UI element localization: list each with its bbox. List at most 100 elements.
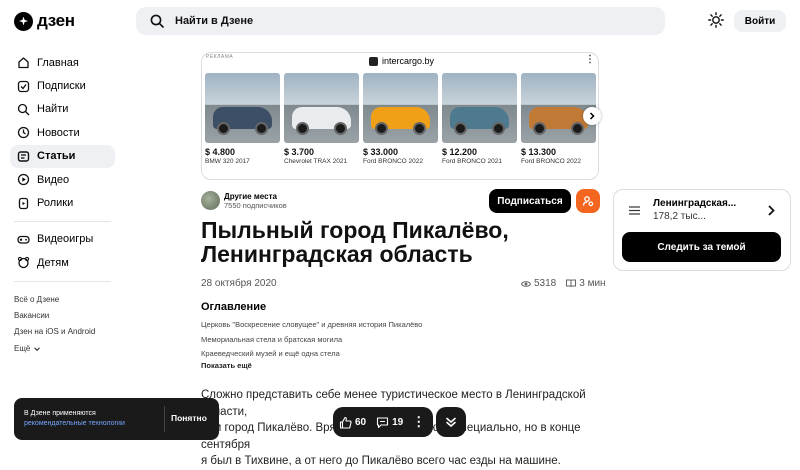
sidebar-item-home[interactable]: Главная [10, 51, 115, 74]
car-wheel [217, 122, 230, 135]
car-wheel [413, 122, 426, 135]
shorts-icon [18, 197, 29, 209]
eye-icon [521, 280, 531, 287]
sidebar-item-subscriptions[interactable]: Подписки [10, 74, 115, 97]
ad-model: BMW 320 2017 [205, 158, 250, 165]
dzen-logo[interactable]: дзен [14, 11, 75, 31]
ad-card[interactable]: $ 3.700 Chevrolet TRAX 2021 [284, 73, 359, 165]
ad-model: Ford BRONCO 2022 [363, 158, 423, 165]
sidebar-item-label: Статьи [37, 150, 76, 163]
footer-link-jobs[interactable]: Вакансии [14, 308, 95, 324]
scroll-down-button[interactable] [436, 407, 466, 437]
article-stats: 5318 3 мин [521, 278, 606, 289]
theme-toggle-icon[interactable] [708, 12, 724, 28]
logo-text: дзен [37, 11, 75, 30]
login-button[interactable]: Войти [734, 10, 786, 32]
follow-topic-button[interactable]: Следить за темой [622, 232, 781, 262]
cookie-text: В Дзене применяются [24, 410, 96, 417]
car-wheel [334, 122, 347, 135]
sidebar-item-label: Ролики [37, 197, 74, 210]
ad-price: $ 4.800 [205, 147, 236, 157]
ad-price: $ 13.300 [521, 147, 557, 157]
reaction-bar: 60 19 ⋮ [333, 407, 433, 437]
article-date: 28 октября 2020 [201, 278, 277, 289]
search-placeholder: Найти в Дзене [175, 15, 254, 27]
author-name[interactable]: Другие места [224, 192, 277, 201]
sidebar-nav: Главная Подписки Найти Новости Статьи Ви… [10, 51, 115, 288]
toc-list: Церковь "Воскресение словущее" и древняя… [201, 318, 422, 362]
comment-icon [377, 416, 389, 428]
search-icon [150, 14, 164, 28]
cookie-divider [164, 406, 165, 432]
footer-link-more[interactable]: Ещё [14, 341, 95, 357]
chevron-down-icon [34, 347, 41, 351]
car-wheel [492, 122, 505, 135]
car-wheel [255, 122, 268, 135]
user-add-icon [582, 196, 594, 207]
car-image [284, 73, 359, 143]
ad-price: $ 12.200 [442, 147, 478, 157]
articles-icon [17, 151, 30, 162]
toc-title: Оглавление [201, 301, 267, 313]
cookie-link[interactable]: рекомендательные технологии [24, 420, 125, 427]
video-icon [17, 173, 30, 186]
sidebar-item-label: Главная [37, 56, 79, 69]
sidebar-item-articles[interactable]: Статьи [10, 144, 115, 168]
car-image [442, 73, 517, 143]
sidebar-item-video[interactable]: Видео [10, 168, 115, 191]
search-input[interactable]: Найти в Дзене [136, 7, 665, 35]
sidebar-item-label: Детям [37, 256, 69, 269]
toc-item[interactable]: Краеведческий музей и ещё одна стела [201, 347, 422, 362]
avatar[interactable] [201, 191, 220, 210]
ad-price: $ 3.700 [284, 147, 315, 157]
like-button[interactable]: 60 [339, 416, 366, 429]
comments-button[interactable]: 19 [376, 416, 403, 429]
footer-more-label: Ещё [14, 343, 31, 353]
ad-model: Ford BRONCO 2021 [442, 158, 502, 165]
more-actions-icon[interactable]: ⋮ [412, 414, 425, 430]
sidebar-divider [14, 220, 111, 222]
car-wheel [296, 122, 309, 135]
sidebar-item-shorts[interactable]: Ролики [10, 191, 115, 214]
car-wheel [454, 122, 467, 135]
topic-title[interactable]: Ленинградская... [653, 198, 736, 209]
chevron-right-icon[interactable] [767, 205, 776, 216]
kids-icon [17, 257, 30, 269]
sidebar-item-kids[interactable]: Детям [10, 251, 115, 274]
toc-item[interactable]: Церковь "Воскресение словущее" и древняя… [201, 318, 422, 333]
subscribe-button[interactable]: Подписаться [489, 189, 571, 213]
ad-next-button[interactable] [583, 107, 601, 125]
sidebar-item-search[interactable]: Найти [10, 98, 115, 121]
car-wheel [533, 122, 546, 135]
car-wheel [571, 122, 584, 135]
channel-action-button[interactable] [576, 189, 600, 213]
toc-show-more[interactable]: Показать ещё [201, 361, 252, 370]
gamepad-icon [17, 235, 30, 244]
car-wheel [375, 122, 388, 135]
sidebar-footer: Всё о Дзене Вакансии Дзен на iOS и Andro… [14, 292, 95, 357]
subscriptions-icon [17, 80, 30, 92]
car-image [205, 73, 280, 143]
news-icon [17, 127, 30, 139]
views-stat: 5318 [521, 278, 556, 289]
double-chevron-down-icon [446, 417, 456, 428]
ad-cards: $ 4.800 BMW 320 2017 $ 3.700 Chevrolet TRAX… [201, 52, 599, 180]
topic-icon [629, 206, 640, 215]
comments-count: 19 [392, 416, 404, 428]
ad-card[interactable]: $ 33.000 Ford BRONCO 2022 [363, 73, 438, 165]
ad-card[interactable]: $ 4.800 BMW 320 2017 [205, 73, 280, 165]
ad-model: Chevrolet TRAX 2021 [284, 158, 348, 165]
ad-card[interactable]: $ 12.200 Ford BRONCO 2021 [442, 73, 517, 165]
topic-count: 178,2 тыс... [653, 211, 706, 222]
footer-link-about[interactable]: Всё о Дзене [14, 292, 95, 308]
sidebar-item-label: Новости [37, 126, 80, 139]
footer-link-apps[interactable]: Дзен на iOS и Android [14, 324, 95, 340]
likes-count: 60 [355, 416, 367, 428]
cookie-ok-button[interactable]: Понятно [171, 413, 207, 423]
sidebar-item-news[interactable]: Новости [10, 121, 115, 144]
sidebar-item-videogames[interactable]: Видеоигры [10, 228, 115, 251]
toc-item[interactable]: Мемориальная стела и братская могила [201, 333, 422, 348]
car-image [521, 73, 596, 143]
sidebar-item-label: Видео [37, 173, 70, 186]
article-title: Пыльный город Пикалёво, Ленинградская об… [201, 217, 509, 267]
